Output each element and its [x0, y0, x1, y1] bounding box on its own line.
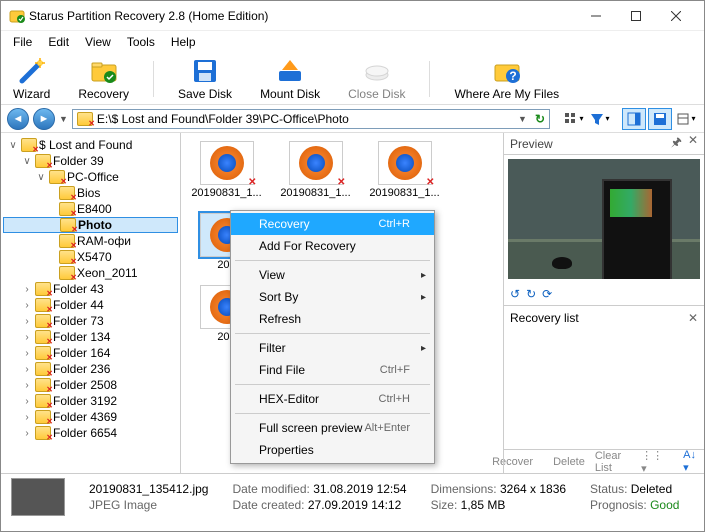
cm-properties[interactable]: Properties: [231, 439, 434, 461]
closedisk-label: Close Disk: [348, 87, 405, 101]
close-button[interactable]: [656, 2, 696, 30]
closedisk-button: Close Disk: [344, 55, 409, 103]
menu-help[interactable]: Help: [163, 33, 204, 51]
status-filename: 20190831_135412.jpg: [89, 482, 208, 496]
folder-tree[interactable]: ∨$ Lost and Found ∨Folder 39 ∨PC-Office …: [1, 133, 181, 473]
cm-refresh[interactable]: Refresh: [231, 308, 434, 330]
file-thumb[interactable]: 20190831_1...: [278, 141, 353, 199]
recovery-button[interactable]: Recovery: [74, 55, 133, 103]
maximize-button[interactable]: [616, 2, 656, 30]
navbar: ◄ ► ▼ E:\$ Lost and Found\Folder 39\PC-O…: [1, 105, 704, 133]
sort-icon[interactable]: A↓ ▾: [683, 449, 696, 474]
folder-recovery-icon: [90, 57, 118, 85]
tree-folder[interactable]: ›Folder 236: [3, 361, 178, 377]
recovery-label: Recovery: [78, 87, 129, 101]
nav-back-button[interactable]: ◄: [7, 108, 29, 130]
tree-folder[interactable]: ›Folder 43: [3, 281, 178, 297]
list-options-icon[interactable]: ⋮⋮ ▾: [641, 449, 663, 475]
where-button[interactable]: ? Where Are My Files: [450, 55, 563, 103]
recovery-list-toolbar: Recover Delete Clear List ⋮⋮ ▾ A↓ ▾: [504, 449, 704, 473]
tree-folder[interactable]: ›Folder 2508: [3, 377, 178, 393]
folder-help-icon: ?: [493, 57, 521, 85]
menubar: File Edit View Tools Help: [1, 31, 704, 53]
clearlist-button: Clear List: [595, 450, 621, 474]
save-options-button[interactable]: [648, 108, 672, 130]
preview-header: Preview 🖈✕: [504, 133, 704, 155]
rotate-left-icon[interactable]: ↺: [510, 287, 520, 301]
tree-item[interactable]: RAM-офи: [3, 233, 178, 249]
tree-item[interactable]: Xeon_2011: [3, 265, 178, 281]
reset-icon[interactable]: ⟳: [542, 287, 552, 301]
filter-button[interactable]: ▾: [588, 108, 612, 130]
svg-text:?: ?: [509, 69, 516, 83]
folder-icon: [77, 111, 93, 127]
file-thumb[interactable]: 20190831_1...: [189, 141, 264, 199]
refresh-icon[interactable]: ↻: [535, 112, 545, 126]
wizard-button[interactable]: Wizard: [9, 55, 54, 103]
cm-add-for-recovery[interactable]: Add For Recovery: [231, 235, 434, 257]
savedisk-button[interactable]: Save Disk: [174, 55, 236, 103]
tree-folder[interactable]: ›Folder 164: [3, 345, 178, 361]
chevron-down-icon[interactable]: ▼: [518, 114, 527, 124]
address-bar[interactable]: E:\$ Lost and Found\Folder 39\PC-Office\…: [72, 109, 550, 129]
delete-button: Delete: [553, 456, 585, 468]
tree-folder[interactable]: ›Folder 4369: [3, 409, 178, 425]
nav-forward-button[interactable]: ►: [33, 108, 55, 130]
status-filetype: JPEG Image: [89, 498, 208, 512]
savedisk-label: Save Disk: [178, 87, 232, 101]
menu-view[interactable]: View: [77, 33, 119, 51]
disk-icon: [363, 57, 391, 85]
panel-close-icon[interactable]: ✕: [688, 311, 698, 325]
tree-folder[interactable]: ›Folder 73: [3, 313, 178, 329]
main-toolbar: Wizard Recovery Save Disk Mount Disk Clo…: [1, 53, 704, 105]
mountdisk-label: Mount Disk: [260, 87, 320, 101]
status-bar: 20190831_135412.jpg JPEG Image Date modi…: [1, 473, 704, 519]
floppy-icon: [191, 57, 219, 85]
wizard-label: Wizard: [13, 87, 50, 101]
tree-item-photo[interactable]: Photo: [3, 217, 178, 233]
options-button[interactable]: ▾: [674, 108, 698, 130]
menu-edit[interactable]: Edit: [40, 33, 77, 51]
panel-close-icon[interactable]: ✕: [688, 133, 698, 154]
cm-sortby[interactable]: Sort By▸: [231, 286, 434, 308]
recovery-list-header: Recovery list ✕: [504, 305, 704, 329]
cm-recovery[interactable]: RecoveryCtrl+R: [231, 213, 434, 235]
cm-fullscreen[interactable]: Full screen previewAlt+Enter: [231, 417, 434, 439]
cm-findfile[interactable]: Find FileCtrl+F: [231, 359, 434, 381]
mountdisk-button[interactable]: Mount Disk: [256, 55, 324, 103]
preview-image: [508, 159, 700, 279]
address-text: E:\$ Lost and Found\Folder 39\PC-Office\…: [97, 112, 514, 126]
cm-filter[interactable]: Filter▸: [231, 337, 434, 359]
rotate-right-icon[interactable]: ↻: [526, 287, 536, 301]
nav-dropdown-icon[interactable]: ▼: [59, 114, 68, 124]
tree-folder[interactable]: ›Folder 3192: [3, 393, 178, 409]
tree-item[interactable]: X5470: [3, 249, 178, 265]
cm-hex[interactable]: HEX-EditorCtrl+H: [231, 388, 434, 410]
tree-root[interactable]: ∨$ Lost and Found: [3, 137, 178, 153]
window-title: Starus Partition Recovery 2.8 (Home Edit…: [25, 9, 576, 23]
tree-item[interactable]: Bios: [3, 185, 178, 201]
where-label: Where Are My Files: [454, 87, 559, 101]
tree-pcoffice[interactable]: ∨PC-Office: [3, 169, 178, 185]
tree-folder39[interactable]: ∨Folder 39: [3, 153, 178, 169]
view-mode-button[interactable]: ▾: [562, 108, 586, 130]
file-thumb[interactable]: 20190831_1...: [367, 141, 442, 199]
mount-icon: [276, 57, 304, 85]
pin-icon[interactable]: 🖈: [671, 133, 682, 154]
tree-folder[interactable]: ›Folder 134: [3, 329, 178, 345]
preview-toggle-button[interactable]: [622, 108, 646, 130]
tree-folder[interactable]: ›Folder 44: [3, 297, 178, 313]
app-icon: [9, 8, 25, 24]
menu-file[interactable]: File: [5, 33, 40, 51]
preview-controls: ↺ ↻ ⟳: [504, 283, 704, 305]
minimize-button[interactable]: [576, 2, 616, 30]
wand-icon: [18, 57, 46, 85]
menu-tools[interactable]: Tools: [119, 33, 163, 51]
status-thumbnail: [11, 478, 65, 516]
context-menu[interactable]: RecoveryCtrl+R Add For Recovery View▸ So…: [230, 210, 435, 464]
tree-item[interactable]: E8400: [3, 201, 178, 217]
cm-view[interactable]: View▸: [231, 264, 434, 286]
tree-folder[interactable]: ›Folder 6654: [3, 425, 178, 441]
